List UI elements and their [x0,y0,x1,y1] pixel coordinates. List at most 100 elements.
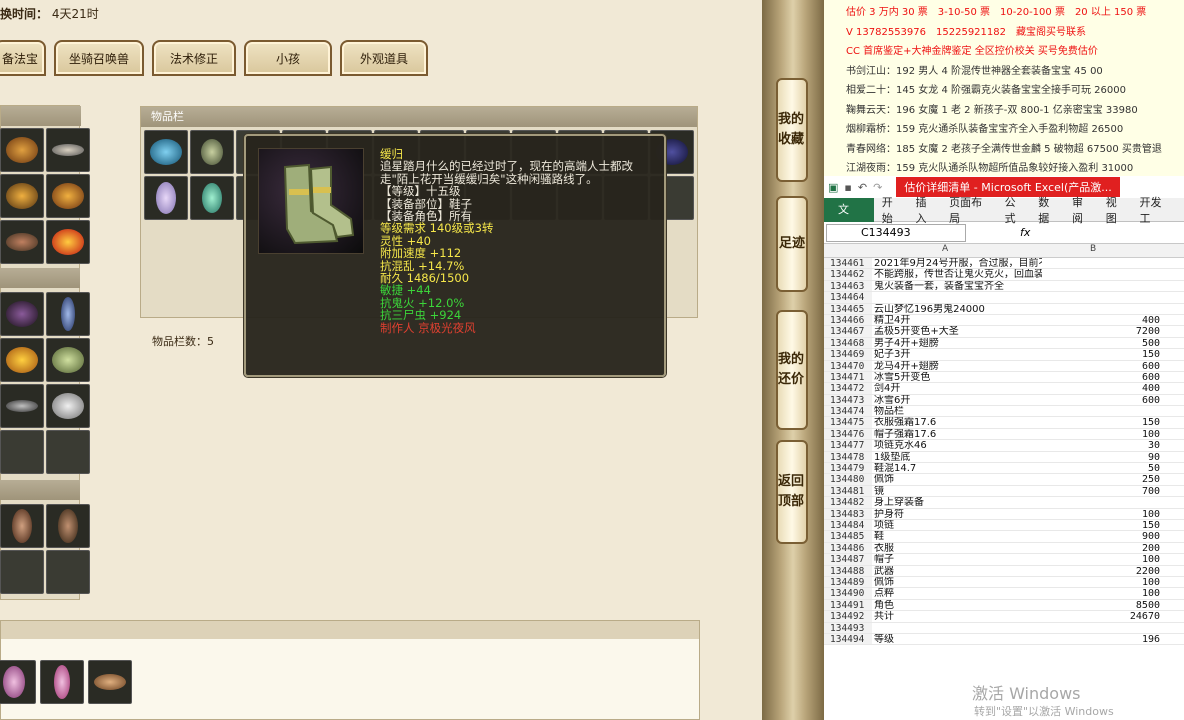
cell-b[interactable]: 250 [1042,474,1162,485]
cell-a[interactable]: 孟极5开变色+大圣 [872,326,1042,336]
bottom-slot[interactable] [0,660,36,704]
ribbon-tab[interactable]: 审阅 [1072,194,1094,226]
my-favorites-button[interactable]: 我的收藏 [776,78,808,182]
ribbon-tab[interactable]: 公式 [1005,194,1027,226]
cell-a[interactable]: 冰雪6开 [872,395,1042,405]
sheet-row[interactable]: 134464 [824,292,1184,304]
equip-slot[interactable] [0,128,44,172]
tab-child[interactable]: 小孩 [244,40,332,76]
tab-spell-correction[interactable]: 法术修正 [152,40,236,76]
sheet-row[interactable]: 134494 等级 196 [824,633,1184,646]
cell-a[interactable]: 龙马4开+翅膀 [872,361,1042,371]
col-b-header[interactable]: B [1090,244,1096,254]
cell-b[interactable]: 100 [1042,577,1162,588]
sheet-row[interactable]: 134491 角色 8500 [824,599,1184,612]
equip-slot[interactable] [0,430,44,474]
sheet-row[interactable]: 134469 妃子3开 150 [824,349,1184,361]
cell-b[interactable]: 600 [1042,361,1162,372]
cell-b[interactable]: 100 [1042,429,1162,440]
cell-b[interactable]: 200 [1042,543,1162,554]
cell-b[interactable]: 150 [1042,349,1162,360]
equip-slot[interactable] [46,430,90,474]
equip-slot[interactable] [0,174,44,218]
equip-slot[interactable] [46,174,90,218]
sheet-row[interactable]: 134478 1级垫底 90 [824,451,1184,464]
cell-a[interactable]: 护身符 [872,509,1042,519]
cell-b[interactable]: 90 [1042,452,1162,463]
cell-a[interactable]: 鬼火装备一套，装备宝宝齐全 [872,281,1042,291]
sheet-row[interactable]: 134486 衣服 200 [824,542,1184,555]
ribbon-tab[interactable]: 页面布局 [949,194,992,226]
cell-a[interactable]: 点粹 [872,588,1042,598]
equip-slot[interactable] [0,504,44,548]
fx-icon[interactable]: fx [1020,226,1030,239]
cell-a[interactable]: 冰雪5开变色 [872,372,1042,382]
cell-b[interactable]: 30 [1042,440,1162,451]
equip-slot[interactable] [0,220,44,264]
cell-b[interactable]: 150 [1042,417,1162,428]
cell-b[interactable] [1042,269,1162,279]
cell-b[interactable]: 900 [1042,531,1162,542]
save-icon[interactable]: ▪ [844,181,851,194]
cell-b[interactable]: 600 [1042,395,1162,406]
equip-slot[interactable] [0,292,44,336]
cell-a[interactable]: 帽子强霜17.6 [872,429,1042,439]
sheet-row[interactable]: 134473 冰雪6开 600 [824,394,1184,407]
equip-slot[interactable] [46,504,90,548]
cell-a[interactable]: 等级 [872,634,1042,644]
cell-b[interactable]: 150 [1042,520,1162,531]
cell-a[interactable]: 鞋 [872,531,1042,541]
cell-a[interactable]: 帽子 [872,554,1042,564]
sheet-row[interactable]: 134471 冰雪5开变色 600 [824,371,1184,384]
sheet-row[interactable]: 1344612021年9月24号开服，合过服，目前不能移民 [824,258,1184,270]
cell-a[interactable]: 衣服 [872,543,1042,553]
cell-b[interactable] [1042,258,1162,268]
equip-slot[interactable] [46,550,90,594]
sheet-row[interactable]: 134489 佩饰 100 [824,576,1184,589]
cell-b[interactable]: 100 [1042,588,1162,599]
sheet-row[interactable]: 134490 点粹 100 [824,588,1184,600]
bottom-slot[interactable] [40,660,84,704]
sheet-row[interactable]: 134481 镜 700 [824,485,1184,498]
cell-b[interactable]: 100 [1042,554,1162,565]
cell-b[interactable]: 700 [1042,486,1162,497]
cell-b[interactable] [1042,623,1162,633]
equip-slot[interactable] [46,292,90,336]
inventory-slot[interactable] [190,130,234,174]
sheet-row[interactable]: 134487 帽子 100 [824,554,1184,566]
sheet-row[interactable]: 134475 衣服强霜17.6 150 [824,417,1184,429]
redo-icon[interactable]: ↷ [873,181,882,194]
cell-a[interactable]: 2021年9月24号开服，合过服，目前不能移民 [872,258,1042,268]
sheet-row[interactable]: 134467 孟极5开变色+大圣 7200 [824,326,1184,338]
tab-mount-summon[interactable]: 坐骑召唤兽 [54,40,144,76]
cell-b[interactable] [1042,497,1162,507]
cell-a[interactable] [872,623,1042,633]
my-counteroffer-button[interactable]: 我的还价 [776,310,808,430]
ribbon-tab[interactable]: 视图 [1106,194,1128,226]
sheet-row[interactable]: 134472 剑4开 400 [824,383,1184,395]
cell-a[interactable]: 1级垫底 [872,452,1042,462]
cell-b[interactable] [1042,406,1162,416]
ribbon-tab[interactable]: 插入 [915,194,937,226]
sheet-row[interactable]: 134474 物品栏 [824,406,1184,418]
cell-a[interactable]: 共计 [872,611,1042,621]
cell-a[interactable]: 云山梦忆196男鬼24000 [872,304,1042,314]
inventory-slot[interactable] [144,130,188,174]
cell-b[interactable]: 8500 [1042,600,1162,611]
sheet-row[interactable]: 134488 武器 2200 [824,565,1184,577]
cell-b[interactable]: 2200 [1042,566,1162,577]
sheet-row[interactable]: 134493 [824,622,1184,634]
ribbon-tab[interactable]: 开发工 [1139,194,1172,226]
cell-a[interactable]: 佩饰 [872,474,1042,484]
cell-b[interactable]: 400 [1042,383,1162,394]
inventory-slot[interactable] [190,176,234,220]
tab-equip-treasure[interactable]: 备法宝 [0,40,46,76]
equip-slot[interactable] [46,384,90,428]
equip-slot[interactable] [0,384,44,428]
equip-slot[interactable] [46,128,90,172]
ribbon-tab[interactable]: 数据 [1038,194,1060,226]
cell-a[interactable]: 不能跨服，传世否让鬼火克火，回血装备一套 [872,269,1042,279]
sheet-row[interactable]: 134465 云山梦忆196男鬼24000 [824,303,1184,315]
sheet-row[interactable]: 134485 鞋 900 [824,531,1184,543]
back-to-top-button[interactable]: 返回顶部 [776,440,808,544]
